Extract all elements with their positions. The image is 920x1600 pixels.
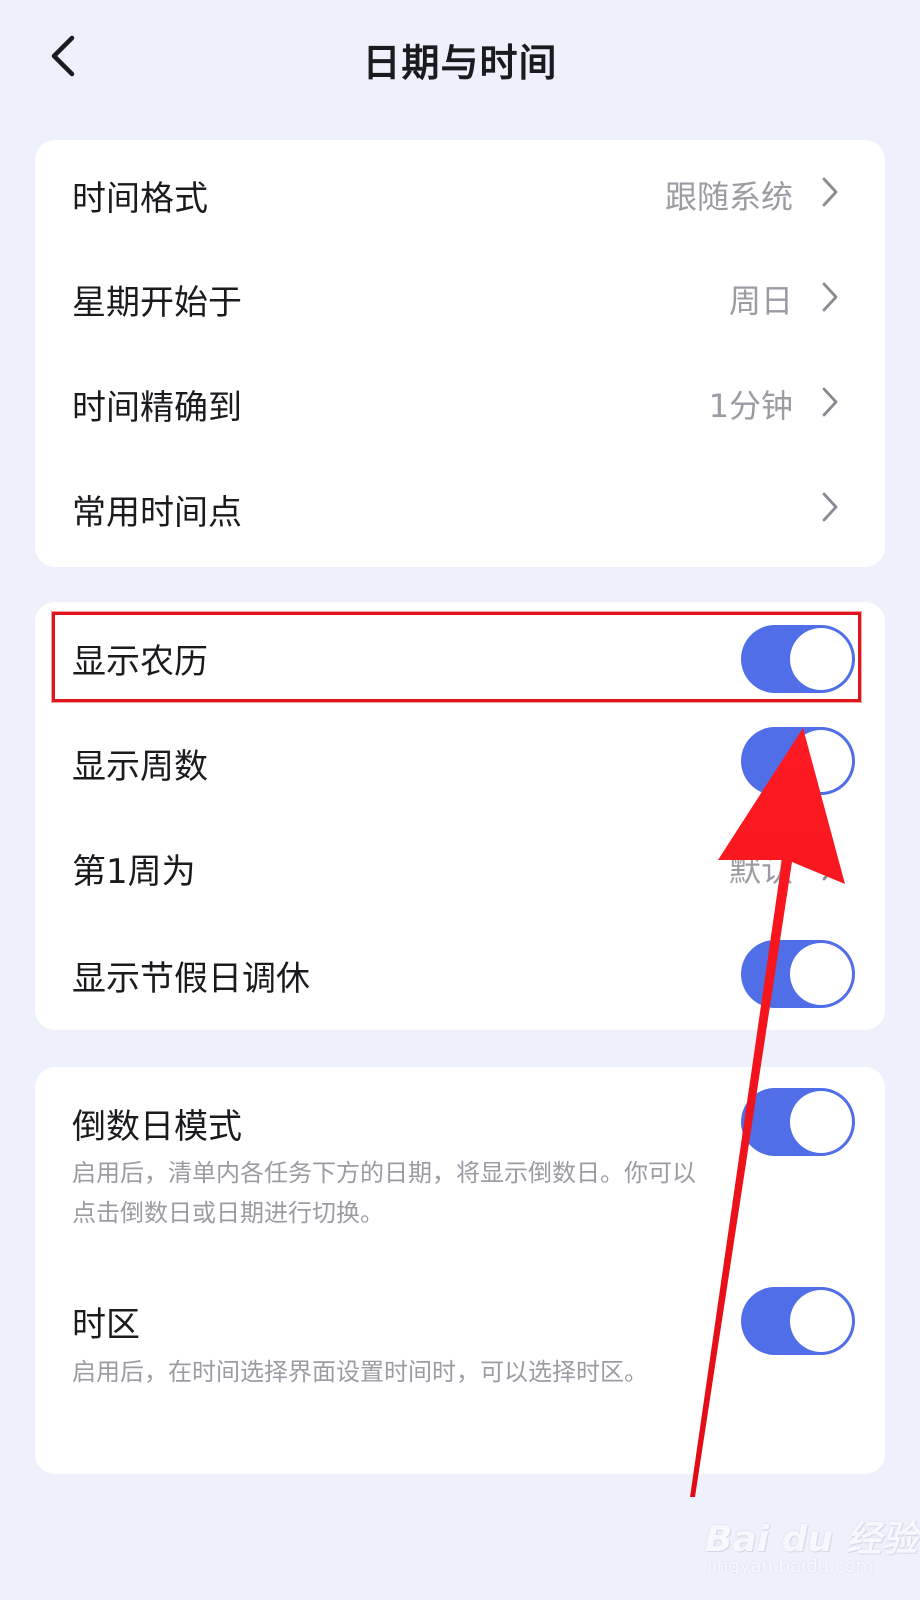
highlight-box: [52, 612, 861, 702]
row-value: 默认: [728, 851, 793, 889]
row-label: 常用时间点: [72, 493, 242, 533]
row-label: 时区: [72, 1305, 140, 1345]
chevron-right-icon: [822, 177, 838, 207]
row-description: 启用后，在时间选择界面设置时间时，可以选择时区。: [72, 1358, 648, 1386]
toggle-show-week-number[interactable]: [741, 727, 855, 795]
chevron-right-icon: [822, 851, 838, 881]
row-label: 时间格式: [72, 179, 208, 219]
row-first-week[interactable]: 第1周为 默认: [35, 814, 885, 919]
settings-card-advanced: 倒数日模式 启用后，清单内各任务下方的日期，将显示倒数日。你可以点击倒数日或日期…: [35, 1067, 885, 1474]
settings-card-time: 时间格式 跟随系统 星期开始于 周日 时间精确到 1分钟 常用时间点: [35, 140, 885, 567]
toggle-knob: [790, 1091, 852, 1153]
row-common-time-points[interactable]: 常用时间点: [35, 454, 885, 559]
row-timezone[interactable]: 时区 启用后，在时间选择界面设置时间时，可以选择时区。: [35, 1257, 885, 1472]
row-time-format[interactable]: 时间格式 跟随系统: [35, 140, 885, 244]
row-time-precision[interactable]: 时间精确到 1分钟: [35, 349, 885, 454]
toggle-countdown-mode[interactable]: [741, 1088, 855, 1156]
row-label: 倒数日模式: [72, 1107, 242, 1147]
chevron-right-icon: [822, 387, 838, 417]
row-value: 跟随系统: [664, 178, 793, 216]
header-bar: 日期与时间: [0, 0, 920, 118]
watermark-subtext: jingyan.baidu.com: [707, 1556, 874, 1577]
row-countdown-mode[interactable]: 倒数日模式 启用后，清单内各任务下方的日期，将显示倒数日。你可以点击倒数日或日期…: [35, 1067, 885, 1257]
row-show-holiday-adjust[interactable]: 显示节假日调休: [35, 919, 885, 1026]
row-label: 显示周数: [72, 747, 208, 787]
toggle-knob: [790, 730, 852, 792]
toggle-timezone[interactable]: [741, 1287, 855, 1355]
row-label: 第1周为: [72, 852, 196, 892]
baidu-jingyan-watermark: Bai du 经验 jingyan.baidu.com: [705, 1490, 918, 1590]
page-title: 日期与时间: [362, 41, 558, 85]
row-show-week-number[interactable]: 显示周数: [35, 707, 885, 814]
row-label: 星期开始于: [72, 283, 242, 323]
row-week-start[interactable]: 星期开始于 周日: [35, 244, 885, 349]
watermark-text: Bai du 经验: [705, 1519, 918, 1560]
row-value: 周日: [728, 282, 793, 320]
row-label: 显示节假日调休: [72, 959, 310, 999]
row-description: 启用后，清单内各任务下方的日期，将显示倒数日。你可以点击倒数日或日期进行切换。: [72, 1159, 696, 1227]
toggle-show-holiday-adjust[interactable]: [741, 940, 855, 1008]
chevron-right-icon: [822, 282, 838, 312]
row-value: 1分钟: [708, 387, 793, 425]
chevron-right-icon: [822, 492, 838, 522]
toggle-knob: [790, 943, 852, 1005]
row-label: 时间精确到: [72, 388, 242, 428]
toggle-knob: [790, 1290, 852, 1352]
